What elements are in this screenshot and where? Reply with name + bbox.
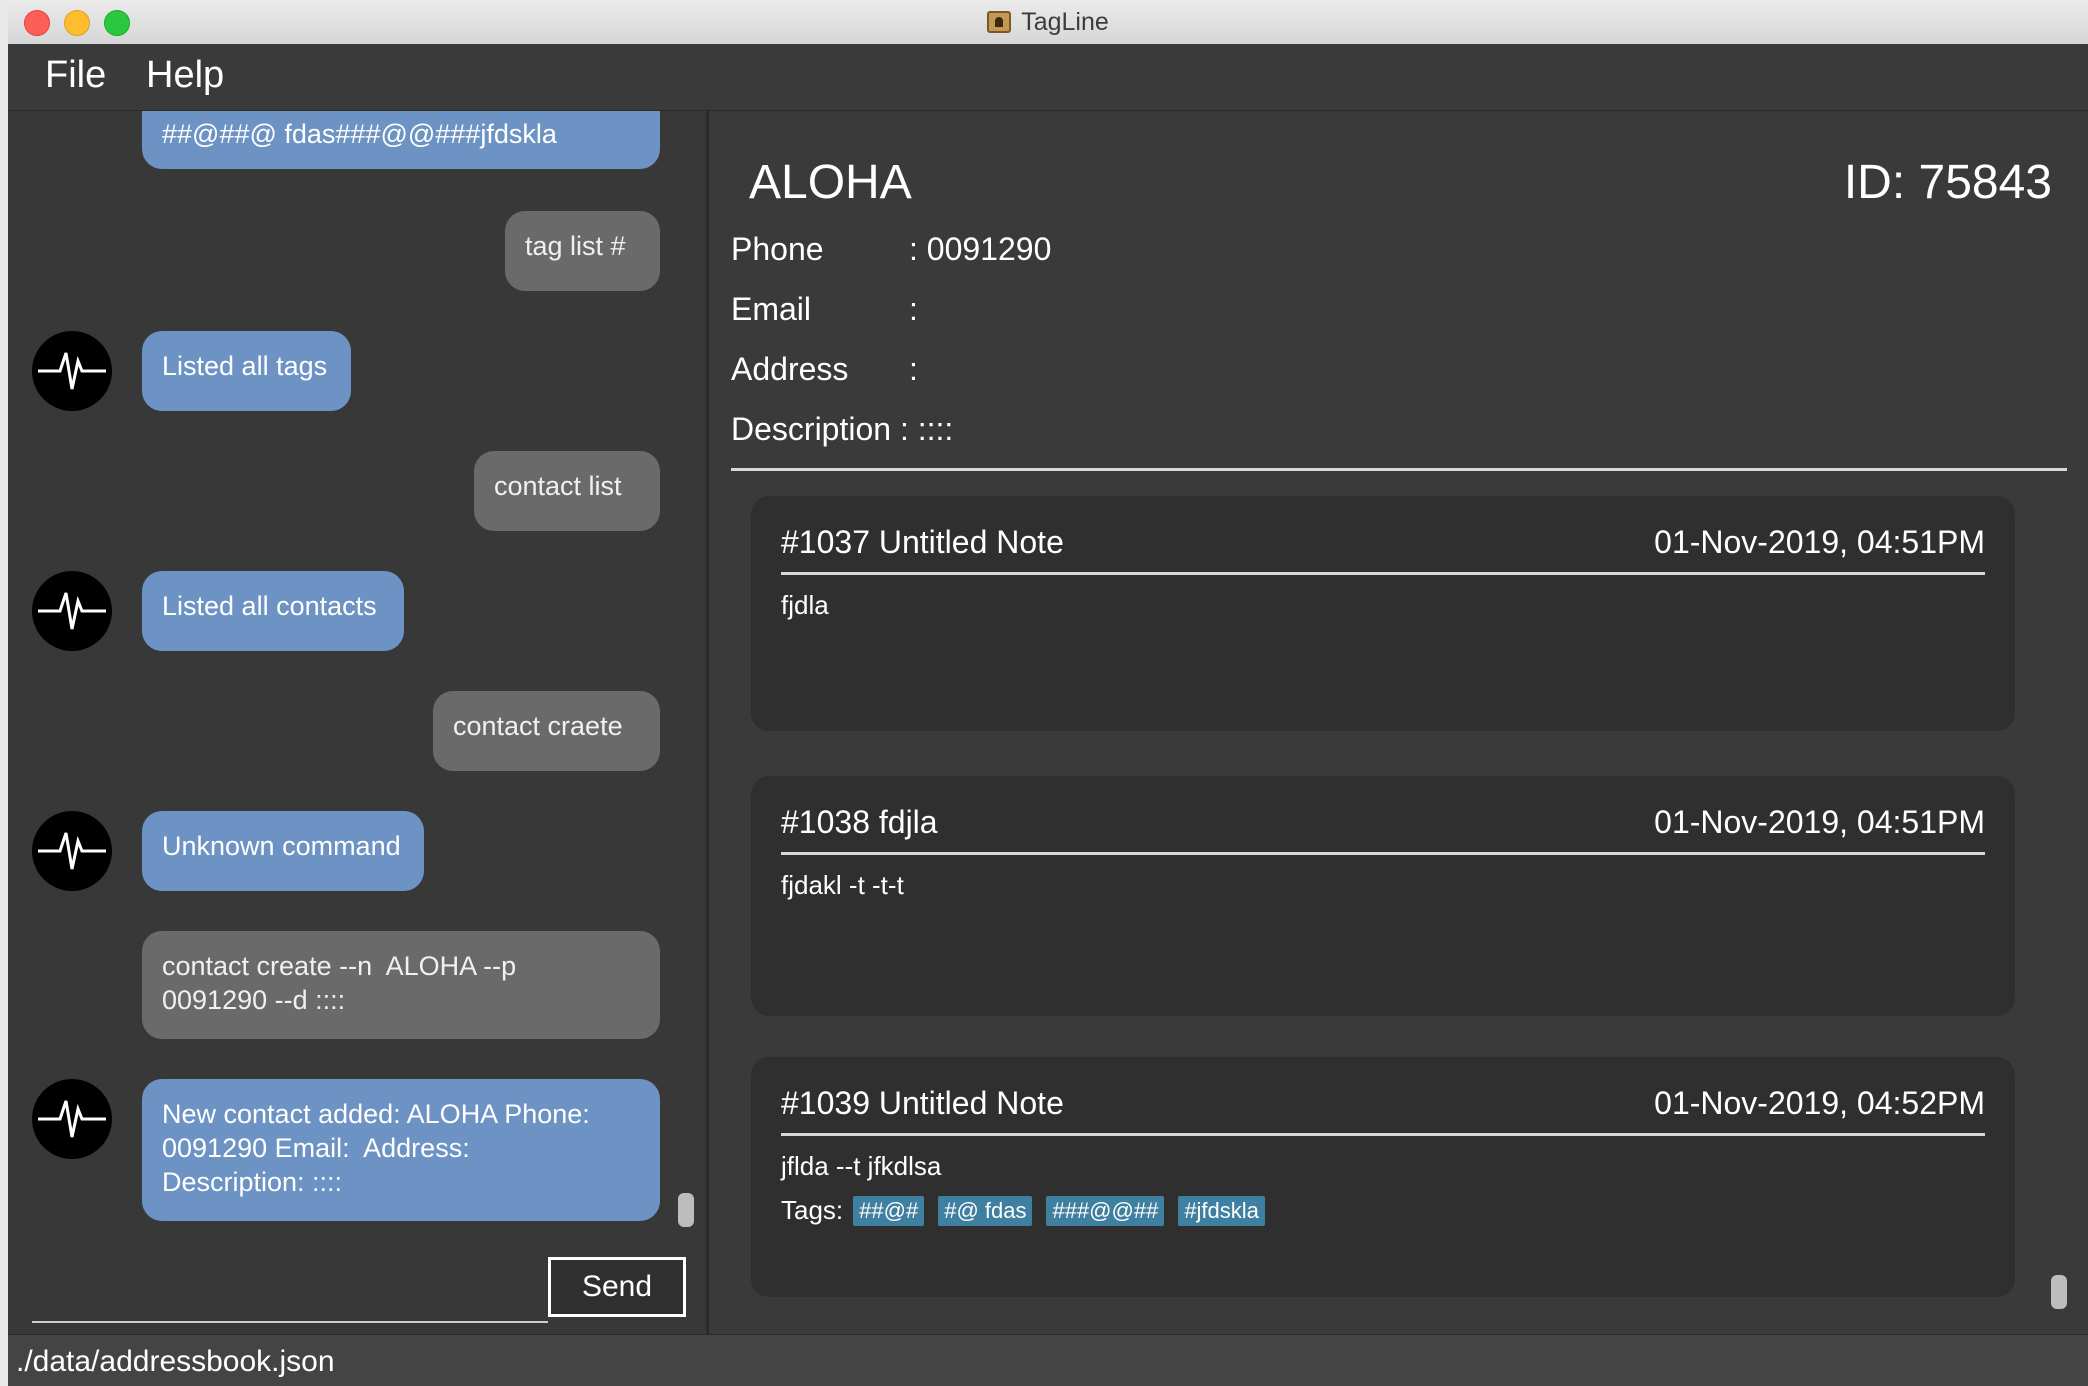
- email-value: :: [909, 291, 918, 327]
- chat-message-bot: Listed all contacts: [142, 571, 404, 651]
- heartbeat-icon: [38, 1100, 106, 1138]
- bot-avatar: [32, 571, 112, 651]
- chat-message-bot: Listed all tags: [142, 331, 351, 411]
- heartbeat-icon: [38, 352, 106, 390]
- tag-chip[interactable]: ###@@##: [1046, 1195, 1165, 1226]
- command-input[interactable]: [32, 1259, 548, 1323]
- note-card[interactable]: #1039 Untitled Note 01-Nov-2019, 04:52PM…: [751, 1057, 2015, 1297]
- contact-divider: [731, 468, 2067, 471]
- window-title: TagLine: [8, 0, 2088, 44]
- phone-value: : 0091290: [909, 231, 1052, 267]
- note-content: fjdakl -t -t-t: [781, 870, 904, 900]
- email-label: Email: [731, 291, 812, 327]
- heartbeat-icon: [38, 832, 106, 870]
- address-label: Address: [731, 351, 849, 387]
- notes-scrollbar[interactable]: [2051, 1275, 2067, 1309]
- chat-message-bot: ##@##@ fdas###@@###jfdskla: [142, 111, 660, 169]
- title-bar: TagLine: [8, 0, 2088, 45]
- note-content: jflda --t jfkdlsa: [781, 1151, 942, 1181]
- app-icon: [987, 11, 1012, 33]
- status-bar: ./data/addressbook.json: [8, 1334, 2088, 1386]
- address-value: :: [909, 351, 918, 387]
- tag-chip[interactable]: ##@#: [853, 1195, 925, 1226]
- app-window: TagLine File Help ##@##@ fdas###@@###jfd…: [8, 0, 2088, 1386]
- note-tags: Tags: ##@# #@ fdas ###@@## #jfdskla: [781, 1195, 1279, 1226]
- chat-scrollbar[interactable]: [678, 1193, 694, 1227]
- menu-help[interactable]: Help: [146, 54, 224, 97]
- menu-file[interactable]: File: [45, 54, 106, 97]
- chat-message-bot: Unknown command: [142, 811, 424, 891]
- chat-message-user: contact create --n ALOHA --p 0091290 --d…: [142, 931, 660, 1039]
- chat-history[interactable]: ##@##@ fdas###@@###jfdskla tag list # Li…: [8, 111, 706, 1241]
- tag-chip[interactable]: #jfdskla: [1178, 1195, 1265, 1226]
- note-content: fjdla: [781, 590, 829, 620]
- note-title: #1037 Untitled Note: [781, 524, 1064, 560]
- status-file-path: ./data/addressbook.json: [16, 1345, 335, 1378]
- heartbeat-icon: [38, 592, 106, 630]
- note-divider: [781, 1133, 1985, 1136]
- chat-panel: ##@##@ fdas###@@###jfdskla tag list # Li…: [8, 111, 709, 1334]
- window-title-text: TagLine: [1021, 7, 1109, 36]
- note-card[interactable]: #1037 Untitled Note 01-Nov-2019, 04:51PM…: [751, 496, 2015, 731]
- note-title: #1038 fdjla: [781, 804, 938, 840]
- note-date: 01-Nov-2019, 04:51PM: [1654, 524, 1985, 560]
- note-date: 01-Nov-2019, 04:52PM: [1654, 1085, 1985, 1121]
- tags-label: Tags:: [781, 1195, 844, 1225]
- description-field: Description : ::::: [731, 411, 954, 447]
- chat-message-user: contact list: [474, 451, 660, 531]
- chat-message-bot: New contact added: ALOHA Phone: 0091290 …: [142, 1079, 660, 1221]
- contact-name: ALOHA: [749, 156, 912, 209]
- note-date: 01-Nov-2019, 04:51PM: [1654, 804, 1985, 840]
- send-button[interactable]: Send: [548, 1257, 686, 1317]
- note-divider: [781, 852, 1985, 855]
- bot-avatar: [32, 811, 112, 891]
- note-title: #1039 Untitled Note: [781, 1085, 1064, 1121]
- chat-message-user: contact craete: [433, 691, 660, 771]
- phone-label: Phone: [731, 231, 824, 267]
- note-divider: [781, 572, 1985, 575]
- tag-chip[interactable]: #@ fdas: [938, 1195, 1033, 1226]
- bot-avatar: [32, 331, 112, 411]
- contact-id: ID: 75843: [1843, 156, 2052, 209]
- bot-avatar: [32, 1079, 112, 1159]
- contact-panel: ALOHA ID: 75843 Phone : 0091290 Email : …: [709, 111, 2088, 1334]
- chat-message-user: tag list #: [505, 211, 660, 291]
- note-card[interactable]: #1038 fdjla 01-Nov-2019, 04:51PM fjdakl …: [751, 776, 2015, 1016]
- menu-bar: File Help: [8, 44, 2088, 111]
